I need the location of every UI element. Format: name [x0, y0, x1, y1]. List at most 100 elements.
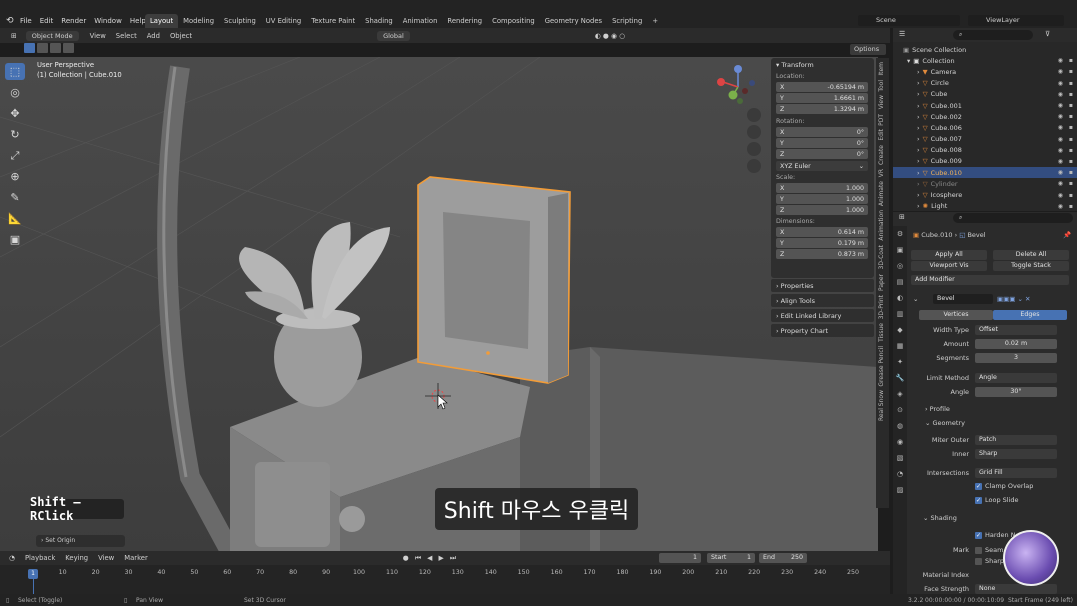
- eye-icon[interactable]: ◉: [1058, 124, 1063, 131]
- outliner-item-cube-008[interactable]: › ▽ Cube.008 ◉ ▪: [893, 145, 1077, 156]
- transform-header[interactable]: ▾ Transform: [771, 58, 874, 72]
- modifier-name-field[interactable]: Bevel: [933, 294, 993, 304]
- view-layer-selector[interactable]: ViewLayer: [968, 15, 1064, 26]
- scene-collection-row[interactable]: ▣ Scene Collection: [893, 44, 1077, 55]
- eye-icon[interactable]: ◉: [1058, 203, 1063, 210]
- select-extend-icon[interactable]: [37, 43, 48, 53]
- vtab-view[interactable]: View: [878, 95, 885, 109]
- menu-window[interactable]: Window: [90, 14, 126, 28]
- rotation-y-field[interactable]: Y 0°: [776, 138, 868, 148]
- mode-dropdown[interactable]: Object Mode: [25, 30, 79, 41]
- orientation-dropdown[interactable]: Global: [377, 30, 410, 41]
- tab-rendering[interactable]: Rendering: [442, 14, 487, 28]
- vtab-grease-pencil[interactable]: Grease Pencil: [878, 346, 885, 387]
- viewport-vis-button[interactable]: Viewport Vis: [911, 261, 987, 271]
- tab-layout[interactable]: Layout: [145, 14, 179, 28]
- tab-uv-editing[interactable]: UV Editing: [261, 14, 306, 28]
- dimensions-x-field[interactable]: X 0.614 m: [776, 227, 868, 237]
- set-origin-panel[interactable]: › Set Origin: [36, 535, 125, 547]
- camera-render-icon[interactable]: ▪: [1069, 147, 1073, 154]
- playback-controls-icon[interactable]: ● ⏮ ◀ ▶ ⏭: [398, 554, 463, 563]
- outliner-item-circle[interactable]: › ▽ Circle ◉ ▪: [893, 78, 1077, 89]
- menu-playback[interactable]: Playback: [20, 554, 60, 562]
- face-strength-dropdown[interactable]: None: [975, 584, 1057, 594]
- modifier-toggle-icons[interactable]: ▣▣▣ ⌄ ✕: [997, 295, 1030, 303]
- loop-slide-checkbox[interactable]: ✓ Loop Slide: [975, 496, 1019, 504]
- eye-icon[interactable]: ◉: [1058, 136, 1063, 143]
- outliner-item-light[interactable]: › ✺ Light ◉ ▪: [893, 201, 1077, 212]
- camera-render-icon[interactable]: ▪: [1069, 169, 1073, 176]
- vertices-tab[interactable]: Vertices: [919, 310, 993, 320]
- scale-x-field[interactable]: X 1.000: [776, 183, 868, 193]
- rotation-mode-dropdown[interactable]: XYZ Euler ⌄: [776, 161, 868, 171]
- properties-section[interactable]: › Properties: [771, 279, 874, 292]
- toggle-stack-button[interactable]: Toggle Stack: [993, 261, 1069, 271]
- transform-tool-icon[interactable]: ⊕: [5, 168, 25, 185]
- width-type-dropdown[interactable]: Offset: [975, 325, 1057, 335]
- outliner-item-cube-007[interactable]: › ▽ Cube.007 ◉ ▪: [893, 134, 1077, 145]
- eye-icon[interactable]: ◉: [1058, 91, 1063, 98]
- pin-icon[interactable]: 📌: [1063, 231, 1071, 239]
- select-new-icon[interactable]: [24, 43, 35, 53]
- eye-icon[interactable]: ◉: [1058, 57, 1063, 64]
- timeline-editor-icon[interactable]: ◔: [4, 554, 20, 562]
- intersections-dropdown[interactable]: Grid Fill: [975, 468, 1057, 478]
- tab-scripting[interactable]: Scripting: [607, 14, 647, 28]
- 3d-viewport[interactable]: User Perspective (1) Collection | Cube.0…: [0, 57, 878, 551]
- angle-field[interactable]: 30°: [975, 387, 1057, 397]
- menu-select[interactable]: Select: [111, 32, 142, 40]
- measure-tool-icon[interactable]: 📐: [5, 210, 25, 227]
- scale-y-field[interactable]: Y 1.000: [776, 194, 868, 204]
- menu-keying[interactable]: Keying: [60, 554, 93, 562]
- camera-render-icon[interactable]: ▪: [1069, 124, 1073, 131]
- geometry-panel[interactable]: ⌄ Geometry: [925, 419, 965, 427]
- scale-z-field[interactable]: Z 1.000: [776, 205, 868, 215]
- miter-outer-dropdown[interactable]: Patch: [975, 435, 1057, 445]
- outliner-item-cube-006[interactable]: › ▽ Cube.006 ◉ ▪: [893, 122, 1077, 133]
- outliner-item-cube-010[interactable]: › ▽ Cube.010 ◉ ▪: [893, 167, 1077, 179]
- rotate-tool-icon[interactable]: ↻: [5, 126, 25, 143]
- eye-icon[interactable]: ◉: [1058, 68, 1063, 75]
- location-z-field[interactable]: Z 1.3294 m: [776, 104, 868, 114]
- vtab-3d-print[interactable]: 3D-Print: [878, 295, 885, 319]
- edit-linked-library-section[interactable]: › Edit Linked Library: [771, 309, 874, 322]
- segments-field[interactable]: 3: [975, 353, 1057, 363]
- camera-render-icon[interactable]: ▪: [1069, 80, 1073, 87]
- add-modifier-dropdown[interactable]: Add Modifier: [911, 275, 1069, 285]
- menu-file[interactable]: File: [16, 14, 36, 28]
- collection-row[interactable]: ▾ ▣ Collection ◉ ▪: [893, 55, 1077, 66]
- scale-tool-icon[interactable]: ⤢: [5, 147, 25, 164]
- eye-icon[interactable]: ◉: [1058, 192, 1063, 199]
- dimensions-y-field[interactable]: Y 0.179 m: [776, 238, 868, 248]
- annotate-tool-icon[interactable]: ✎: [5, 189, 25, 206]
- properties-tab-icons[interactable]: ⚙ ▣ ◎ ▤ ◐ ▥ ◆ ▦ ✦ 🔧 ◈ ⊙ ◍ ◉ ▧ ◔ ▨: [893, 226, 907, 498]
- menu-add[interactable]: Add: [142, 32, 165, 40]
- start-frame-field[interactable]: Start 1: [707, 553, 756, 563]
- vtab-edit[interactable]: Edit: [878, 129, 885, 141]
- current-frame-field[interactable]: 1: [659, 553, 702, 563]
- limit-method-dropdown[interactable]: Angle: [975, 373, 1057, 383]
- vtab-animation[interactable]: Animation: [878, 210, 885, 241]
- sharp-checkbox[interactable]: Sharp: [975, 557, 1004, 565]
- camera-render-icon[interactable]: ▪: [1069, 102, 1073, 109]
- seam-checkbox[interactable]: Seam: [975, 546, 1003, 554]
- vtab-create[interactable]: Create: [878, 145, 885, 165]
- property-chart-section[interactable]: › Property Chart: [771, 324, 874, 337]
- rotation-x-field[interactable]: X 0°: [776, 127, 868, 137]
- menu-object[interactable]: Object: [165, 32, 197, 40]
- location-x-field[interactable]: X -0.65194 m: [776, 82, 868, 92]
- camera-render-icon[interactable]: ▪: [1069, 180, 1073, 187]
- camera-render-icon[interactable]: ▪: [1069, 158, 1073, 165]
- tab-sculpting[interactable]: Sculpting: [219, 14, 261, 28]
- align-tools-section[interactable]: › Align Tools: [771, 294, 874, 307]
- camera-render-icon[interactable]: ▪: [1069, 113, 1073, 120]
- select-invert-icon[interactable]: [63, 43, 74, 53]
- end-frame-field[interactable]: End 250: [759, 553, 808, 563]
- menu-edit[interactable]: Edit: [36, 14, 58, 28]
- select-subtract-icon[interactable]: [50, 43, 61, 53]
- tab-geometry-nodes[interactable]: Geometry Nodes: [540, 14, 607, 28]
- vtab-animate[interactable]: Animate: [878, 181, 885, 206]
- eye-icon[interactable]: ◉: [1058, 102, 1063, 109]
- tab-texture-paint[interactable]: Texture Paint: [306, 14, 360, 28]
- edges-tab[interactable]: Edges: [993, 310, 1067, 320]
